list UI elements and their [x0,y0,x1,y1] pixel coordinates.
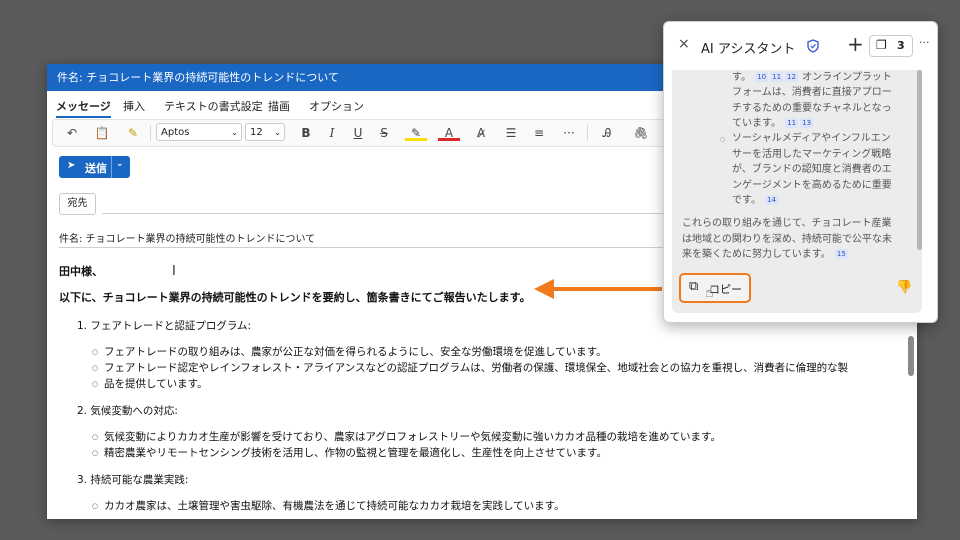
highlight-icon[interactable]: ✎ [405,123,427,141]
assistant-response: す。 10 11 12 オンラインプラット フォームは、消費者に直接アプロー チする… [672,70,922,265]
intro-text: 以下に、チョコレート業界の持続可能性のトレンドを要約し、箇条書きにてご報告いたし… [59,291,531,304]
underline-icon[interactable]: U [349,123,367,143]
response-line: フォームは、消費者に直接アプロー [732,87,892,98]
document-icon: ❐ [876,38,887,52]
format-painter-icon[interactable]: ✎ [123,123,143,143]
font-color-icon[interactable]: A [438,123,460,141]
section-title: 3. 持続可能な農業実践: [77,474,189,486]
font-size-select[interactable]: 12 ⌄ [245,123,285,141]
response-line: が、ブランドの認知度と消費者のエ [732,164,892,175]
pages-button[interactable]: ❐ 3 [869,35,913,57]
list-item: カカオ農家は、土壌管理や害虫駆除、有機農法を通じて持続可能なカカオ栽培を実践して… [92,498,904,514]
to-button[interactable]: 宛先 [59,193,96,215]
bold-icon[interactable]: B [297,123,315,143]
tab-draw[interactable]: 描画 [268,98,290,114]
summary-line: これらの取り組みを通じて、チョコレート産業 [682,218,892,229]
send-button[interactable]: ➤ 送信 ⌄ [59,156,130,178]
copy-button[interactable]: ⧉ コピー ☝ [679,273,751,303]
ai-assistant-panel: × AI アシスタント + ❐ 3 ··· す。 10 11 12 オンラインプラッ… [663,21,938,323]
greeting: 田中様、 [59,265,103,278]
chevron-down-icon: ⌄ [231,128,238,137]
tab-insert[interactable]: 挿入 [123,98,145,114]
list-item: フェアトレードの取り組みは、農家が公正な対価を得られるようにし、安全な労働環境を… [92,344,904,360]
response-line: サーを活用したマーケティング戦略 [732,149,892,160]
divider [587,125,588,141]
italic-icon[interactable]: I [323,123,341,143]
strikethrough-icon[interactable]: S [375,123,393,143]
response-line: ンゲージメントを高めるために重要 [732,180,892,191]
panel-header: × AI アシスタント + ❐ 3 ··· [664,22,937,70]
undo-icon[interactable]: ↶ [61,123,83,143]
new-chat-icon[interactable]: + [847,32,864,56]
summary-line: 来を築くために努力しています。 [682,249,831,260]
line-spacing-icon[interactable]: ≡ [529,123,549,143]
scrollbar[interactable] [917,70,922,250]
response-line: オンラインプラット [802,72,892,83]
response-line: ソーシャルメディアやインフルエン [732,133,891,144]
citation-badge[interactable]: 14 [765,195,779,205]
response-line: す。 [732,72,751,83]
bullets-icon[interactable]: ☰ [501,123,521,143]
clear-format-icon[interactable]: A̷ [471,123,491,143]
tab-format-text[interactable]: テキストの書式設定 [164,98,263,114]
more-icon[interactable]: ··· [559,123,579,143]
divider [111,156,112,178]
citation-badge[interactable]: 13 [800,118,814,128]
panel-title: AI アシスタント [701,42,796,57]
pages-count: 3 [897,39,905,52]
citation-badge[interactable]: 15 [834,249,848,259]
copy-icon: ⧉ [689,279,699,294]
hand-cursor-icon: ☝ [705,285,714,301]
arrow-annotation [534,279,662,299]
summary-line: は地域との関わりを深め、持続可能で公平な未 [682,234,892,245]
list-item: 精密農業やリモートセンシング技術を活用し、作物の監視と管理を最適化し、生産性を向… [92,445,904,461]
list-item: フェアトレード認定やレインフォレスト・アライアンスなどの認証プログラムは、労働者… [92,360,904,376]
text-cursor-icon: I [172,264,176,279]
shield-icon [807,39,819,53]
subject-field[interactable]: 件名: チョコレート業界の持続可能性のトレンドについて [59,230,315,245]
citation-badge[interactable]: 10 [755,72,769,82]
tab-message[interactable]: メッセージ [56,98,111,118]
scrollbar[interactable] [908,336,914,376]
response-line: ています。 [732,118,781,129]
section-title: 2. 気候変動への対応: [77,405,178,417]
close-icon[interactable]: × [678,36,690,52]
thumbs-down-icon[interactable]: 👎 [896,280,912,295]
font-family-select[interactable]: Aptos ⌄ [156,123,242,141]
chevron-down-icon: ⌄ [274,128,281,137]
response-line: です。 [732,195,761,206]
send-icon: ➤ [67,160,76,171]
bullet-icon: ○ [720,136,726,143]
response-line: チするための重要なチャネルとなっ [732,103,892,114]
citation-badge[interactable]: 11 [785,118,799,128]
tab-options[interactable]: オプション [309,98,364,114]
more-icon[interactable]: ··· [919,36,930,49]
styles-icon[interactable]: Ꭿ [595,123,619,143]
section-title: 1. フェアトレードと認証プログラム: [77,320,252,332]
paste-icon[interactable]: 📋 [91,123,113,143]
citation-badge[interactable]: 11 [770,72,784,82]
chevron-down-icon[interactable]: ⌄ [116,159,124,169]
list-item-continuation: 品を提供しています。 [92,376,904,392]
list-item: 気候変動によりカカオ生産が影響を受けており、農家はアグロフォレストリーや気候変動… [92,429,904,445]
divider [150,125,151,141]
citation-badge[interactable]: 12 [785,72,798,82]
attach-icon[interactable]: 🖇 [631,123,651,143]
